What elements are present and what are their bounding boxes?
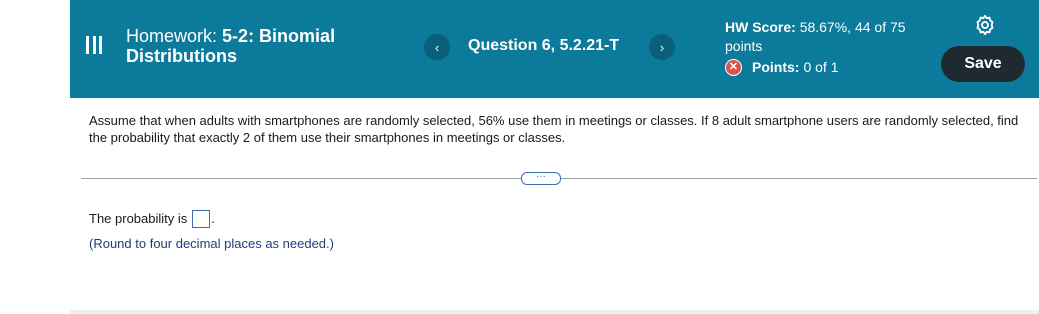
save-button[interactable]: Save xyxy=(941,46,1025,82)
page: Homework: 5-2: Binomial Distributions ‹ … xyxy=(0,0,1039,314)
left-gutter xyxy=(0,0,70,98)
expand-more-button[interactable]: ··· xyxy=(521,172,561,185)
points-value: 0 of 1 xyxy=(803,59,839,75)
answer-line: The probability is . xyxy=(89,210,215,228)
homework-title: Homework: 5-2: Binomial Distributions xyxy=(126,26,386,66)
divider xyxy=(561,178,1037,179)
menu-bar xyxy=(86,36,89,54)
hw-score: HW Score: 58.67%, 44 of 75 points xyxy=(725,18,925,56)
bottom-bar xyxy=(70,310,1039,314)
chevron-left-icon: ‹ xyxy=(434,39,440,55)
hw-score-label: HW Score: xyxy=(725,19,796,35)
answer-prompt: The probability is xyxy=(89,211,188,226)
homework-title-prefix: Homework: xyxy=(126,26,218,46)
menu-icon[interactable] xyxy=(86,36,102,56)
divider xyxy=(81,178,521,179)
points-label: Points: xyxy=(752,59,800,75)
menu-bar xyxy=(92,36,96,54)
answer-input[interactable] xyxy=(192,210,211,228)
gear-icon[interactable] xyxy=(974,14,996,36)
question-label: Question 6, 5.2.21-T xyxy=(468,37,620,54)
rounding-note: (Round to four decimal places as needed.… xyxy=(89,236,334,251)
answer-period: . xyxy=(211,211,215,226)
next-question-button[interactable]: › xyxy=(649,34,675,60)
points-status: ✕ Points: 0 of 1 xyxy=(725,58,838,76)
question-text: Assume that when adults with smartphones… xyxy=(89,113,1019,145)
chevron-right-icon: › xyxy=(659,39,665,55)
x-circle-icon: ✕ xyxy=(725,58,742,76)
previous-question-button[interactable]: ‹ xyxy=(424,34,450,60)
menu-bar xyxy=(99,36,102,54)
